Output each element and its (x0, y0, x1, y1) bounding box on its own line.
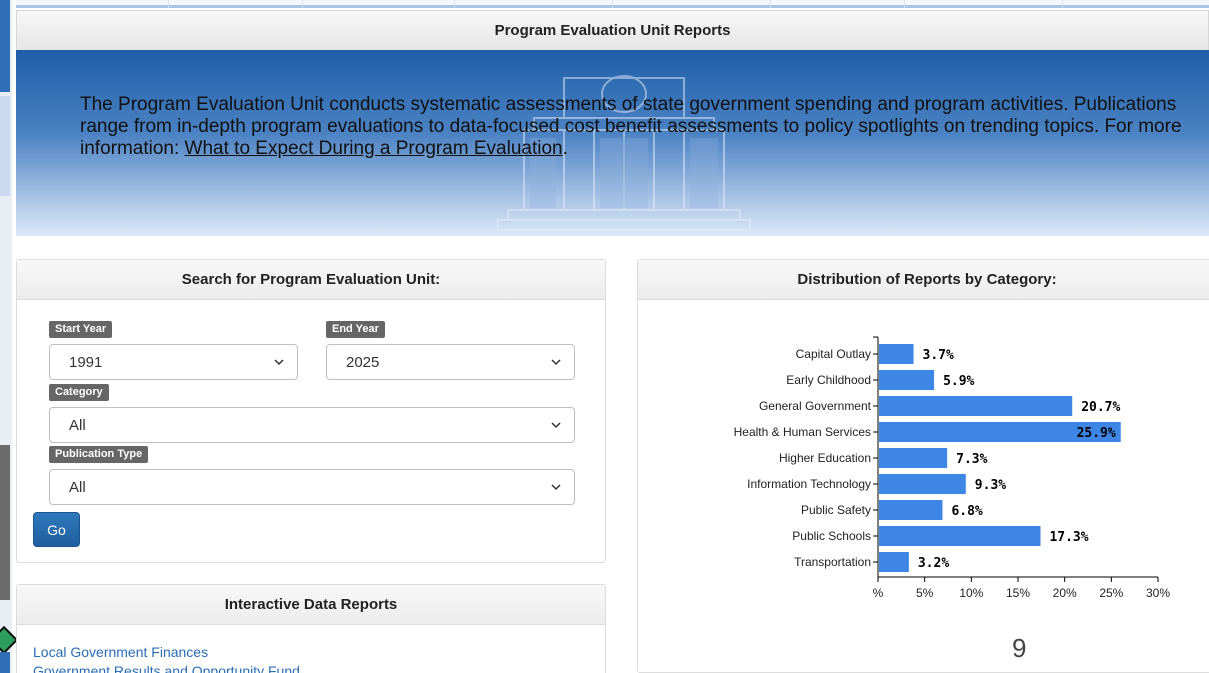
bar (879, 344, 914, 364)
hero-banner: The Program Evaluation Unit conducts sys… (16, 50, 1209, 236)
start-year-value: 1991 (69, 353, 103, 371)
go-button[interactable]: Go (33, 512, 80, 547)
category-label: Transportation (794, 555, 871, 569)
chevron-down-icon (274, 359, 284, 366)
bar (879, 474, 966, 494)
bar (879, 500, 943, 520)
bar (879, 448, 948, 468)
category-label: Capital Outlay (796, 347, 871, 361)
bar-value-label: 17.3% (1049, 530, 1088, 545)
category-label: Public Schools (792, 529, 871, 543)
intro-period: . (562, 138, 568, 159)
start-year-select[interactable]: 1991 (49, 344, 298, 380)
bar (879, 370, 935, 390)
chevron-down-icon (551, 422, 561, 429)
interactive-reports-list: Local Government Finances Government Res… (33, 643, 300, 673)
x-tick-label: 15% (1006, 586, 1030, 600)
publication-type-value: All (69, 478, 86, 496)
chevron-down-icon (551, 359, 561, 366)
bar-value-label: 7.3% (956, 452, 987, 467)
start-year-label: Start Year (49, 321, 113, 338)
category-label: Health & Human Services (734, 425, 871, 439)
x-tick-label: % (873, 586, 884, 600)
intro-text: The Program Evaluation Unit conducts sys… (80, 94, 1200, 160)
category-bar-chart: % 5% 10% 15% 20% 25% 30% Capital Outlay 3.7% Earl… (734, 336, 1170, 600)
bar-value-label: 3.7% (923, 348, 954, 363)
bar-value-label: 6.8% (951, 504, 982, 519)
category-label: Public Safety (801, 503, 871, 517)
interactive-reports-panel: Interactive Data Reports Local Governmen… (16, 584, 606, 673)
page: Program Evaluation Unit Reports The Prog… (0, 0, 1209, 673)
program-evaluation-link[interactable]: What to Expect During a Program Evaluati… (185, 138, 563, 159)
chevron-down-icon (551, 484, 561, 491)
bar-value-label: 5.9% (943, 374, 974, 389)
search-panel: Search for Program Evaluation Unit: Star… (16, 259, 606, 563)
x-tick-label: 25% (1099, 586, 1123, 600)
x-tick-label: 5% (916, 586, 934, 600)
bar (879, 396, 1073, 416)
left-edge-block (0, 652, 10, 673)
bar-value-label: 3.2% (918, 556, 949, 571)
local-government-finances-link[interactable]: Local Government Finances (33, 643, 300, 662)
end-year-label: End Year (326, 321, 385, 338)
government-results-link[interactable]: Government Results and Opportunity Fund (33, 662, 300, 673)
end-year-select[interactable]: 2025 (326, 344, 575, 380)
category-label: Higher Education (779, 451, 871, 465)
page-title: Program Evaluation Unit Reports (16, 10, 1209, 50)
bar (879, 552, 909, 572)
category-value: All (69, 416, 86, 434)
x-tick-label: 20% (1053, 586, 1077, 600)
bar (879, 526, 1041, 546)
search-panel-title: Search for Program Evaluation Unit: (17, 260, 605, 300)
left-edge-block (0, 96, 10, 196)
left-edge-block (0, 0, 10, 92)
end-year-value: 2025 (346, 353, 380, 371)
category-select[interactable]: All (49, 407, 575, 443)
category-label: General Government (759, 399, 872, 413)
bar-value-label: 20.7% (1081, 400, 1120, 415)
category-label: Information Technology (747, 477, 871, 491)
x-tick-label: 30% (1146, 586, 1170, 600)
left-edge-block (0, 445, 10, 600)
x-tick-label: 10% (959, 586, 983, 600)
bar-value-label: 25.9% (1077, 426, 1116, 441)
publication-type-select[interactable]: All (49, 469, 575, 505)
chart-panel-title: Distribution of Reports by Category: (638, 260, 1209, 300)
top-nav (16, 0, 1209, 8)
page-number: 9 (1012, 633, 1027, 663)
category-label: Early Childhood (786, 373, 871, 387)
bar-value-label: 9.3% (975, 478, 1006, 493)
publication-type-label: Publication Type (49, 446, 149, 463)
category-label: Category (49, 384, 109, 401)
interactive-reports-title: Interactive Data Reports (17, 585, 605, 625)
chart-panel: Distribution of Reports by Category: % 5%… (637, 259, 1209, 673)
